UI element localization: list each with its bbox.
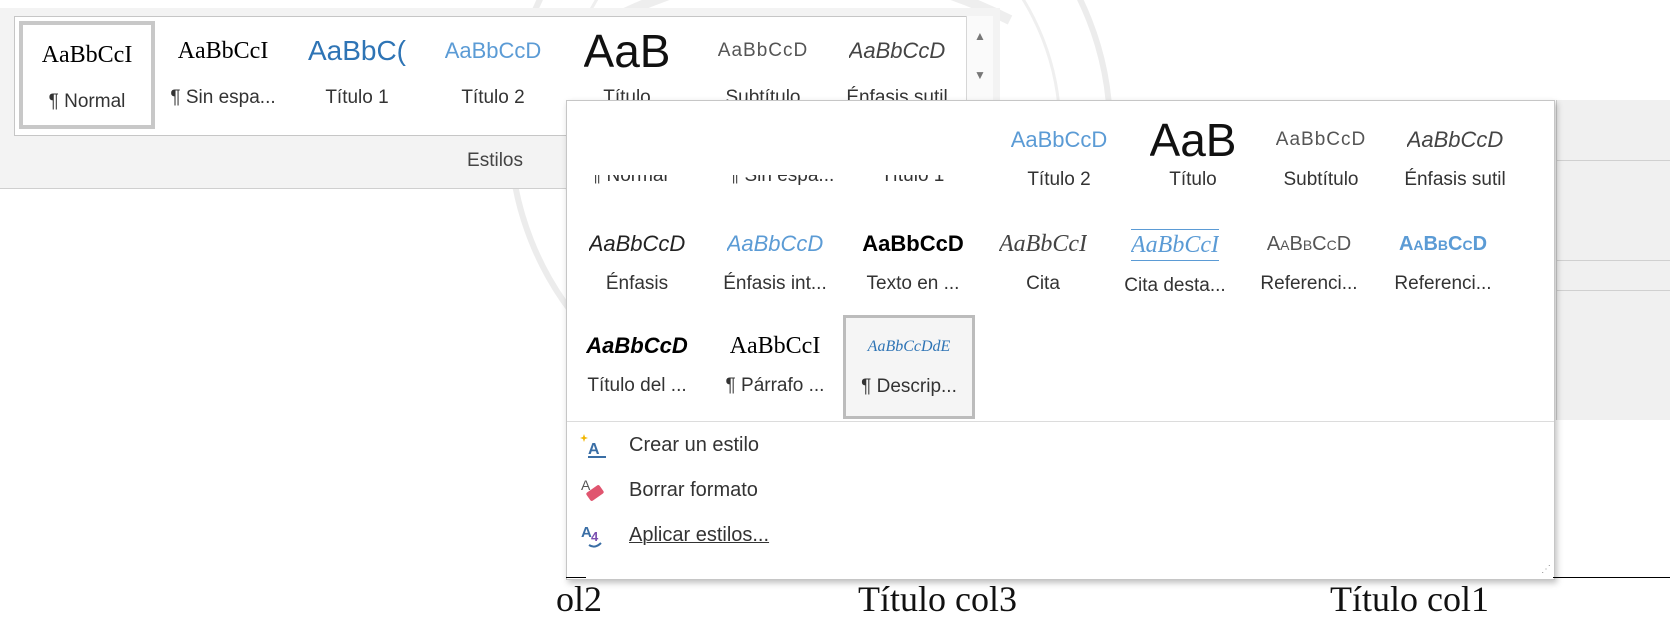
style-label: Referenci... <box>1394 273 1492 294</box>
style-sample: AaBbCcD <box>726 231 824 256</box>
style-label: Título <box>1169 169 1217 190</box>
panel-tile-parrafo-de-lista[interactable]: AaBbCcI ¶ Párrafo ... <box>711 317 839 417</box>
style-label: Cita desta... <box>1124 275 1226 296</box>
style-sample: AaBbCcD <box>1398 232 1488 255</box>
style-sample: AaBbCcI <box>1131 229 1219 261</box>
panel-tile-subtitulo[interactable]: AaBbCcD Subtítulo <box>1257 111 1385 211</box>
style-label: Énfasis sutil <box>1404 169 1506 190</box>
partial-label: Título 1 <box>881 175 944 185</box>
table-header-text[interactable]: Título col3 <box>858 578 1017 620</box>
clear-format-icon: A <box>577 474 609 506</box>
style-sample: AaBbCcD <box>1010 127 1108 152</box>
panel-tile-texto-en-negrita[interactable]: AaBbCcD Texto en ... <box>849 215 977 315</box>
style-sample: AaBbCcD <box>1406 127 1504 152</box>
style-label: Título del ... <box>587 375 687 396</box>
style-sample: AaB <box>583 25 671 77</box>
apply-styles-icon: A 4 <box>577 519 609 551</box>
panel-tile-titulo[interactable]: AaB Título <box>1129 111 1257 211</box>
style-tile-titulo-1[interactable]: AaBbC( Título 1 <box>293 21 421 129</box>
style-sample: AaBbCcD <box>586 333 688 358</box>
style-label: Subtítulo <box>1283 169 1359 190</box>
panel-tile-referencia-intensa[interactable]: AaBbCcD Referenci... <box>1379 215 1507 315</box>
style-tile-sin-espaciado[interactable]: AaBbCcI ¶ Sin espa... <box>159 21 287 129</box>
table-border-line <box>1553 577 1670 578</box>
style-label: ¶ Sin espa... <box>170 87 276 108</box>
style-sample: AaBbCcD <box>1275 129 1367 150</box>
table-header-text[interactable]: ol2 <box>556 578 602 620</box>
document-edge-panel <box>1556 100 1670 420</box>
menu-item-label: Aplicar estilos... <box>629 523 770 546</box>
style-sample: AaBbCcDdE <box>867 338 951 355</box>
style-label: Cita <box>1026 273 1060 294</box>
style-label: Texto en ... <box>866 273 960 294</box>
partial-label: ¶ Sin espa... <box>729 175 834 185</box>
style-tile-titulo-2[interactable]: AaBbCcD Título 2 <box>429 21 557 129</box>
panel-tile-titulo-del-libro[interactable]: AaBbCcD Título del ... <box>573 317 701 417</box>
style-sample: AaBbCcD <box>1266 232 1352 255</box>
svg-text:A: A <box>581 477 591 493</box>
menu-separator <box>567 421 1554 422</box>
style-label: Título 2 <box>1027 169 1091 190</box>
style-label: Título 1 <box>325 87 389 108</box>
menu-item-aplicar-estilos[interactable]: A 4 Aplicar estilos... <box>577 515 997 555</box>
scroll-down-icon[interactable]: ▼ <box>967 55 993 94</box>
style-label: ¶ Párrafo ... <box>725 375 825 396</box>
partial-label: ¶ Normal <box>591 175 668 185</box>
style-label: ¶ Descrip... <box>861 376 957 397</box>
panel-tile-titulo-2[interactable]: AaBbCcD Título 2 <box>995 111 1123 211</box>
menu-item-label: Crear un estilo <box>629 433 760 456</box>
svg-text:A: A <box>588 441 600 458</box>
style-tile-normal[interactable]: AaBbCcI ¶ Normal <box>19 21 155 129</box>
style-sample: AaBbCcI <box>177 37 269 64</box>
styles-dropdown-panel: ¶ Normal ¶ Sin espa... Título 1 AaBbCcD … <box>566 100 1555 580</box>
style-sample: AaBbCcD <box>588 231 686 256</box>
table-header-text[interactable]: Título col1 <box>1330 578 1489 620</box>
style-label: Énfasis <box>605 273 669 294</box>
style-sample: AaBbCcD <box>848 38 946 63</box>
panel-tile-descripcion[interactable]: AaBbCcDdE ¶ Descrip... <box>843 315 975 419</box>
panel-tile-enfasis[interactable]: AaBbCcD Énfasis <box>573 215 701 315</box>
menu-item-borrar-formato[interactable]: A Borrar formato <box>577 470 997 510</box>
menu-item-label: Borrar formato <box>629 478 758 501</box>
panel-tile-enfasis-sutil[interactable]: AaBbCcD Énfasis sutil <box>1385 111 1525 211</box>
menu-item-crear-estilo[interactable]: A Crear un estilo <box>577 425 997 465</box>
style-sample: AaBbCcD <box>717 40 809 61</box>
panel-tile-referencia-sutil[interactable]: AaBbCcD Referenci... <box>1245 215 1373 315</box>
style-sample: AaBbCcD <box>862 231 964 256</box>
new-style-icon: A <box>577 429 609 461</box>
style-sample: AaBbCcI <box>999 230 1087 257</box>
scroll-up-icon[interactable]: ▲ <box>967 16 993 55</box>
style-label: Título 2 <box>461 87 525 108</box>
panel-tile-cita[interactable]: AaBbCcI Cita <box>979 215 1107 315</box>
panel-tile-cita-destacada[interactable]: AaBbCcI Cita desta... <box>1111 215 1239 315</box>
style-sample: AaBbCcI <box>729 332 821 359</box>
style-label: ¶ Normal <box>48 91 126 112</box>
style-sample: AaBbCcD <box>444 38 542 63</box>
resize-grip-icon[interactable]: ⋰ <box>1541 564 1551 575</box>
style-sample: AaBbC( <box>307 35 407 66</box>
style-label: Énfasis int... <box>723 273 827 294</box>
style-sample: AaBbCcI <box>41 41 133 68</box>
row1-hidden-labels: ¶ Normal ¶ Sin espa... Título 1 <box>581 175 981 185</box>
panel-tile-enfasis-intenso[interactable]: AaBbCcD Énfasis int... <box>711 215 839 315</box>
style-sample: AaB <box>1149 114 1237 166</box>
style-label: Referenci... <box>1260 273 1358 294</box>
svg-text:4: 4 <box>591 529 599 544</box>
